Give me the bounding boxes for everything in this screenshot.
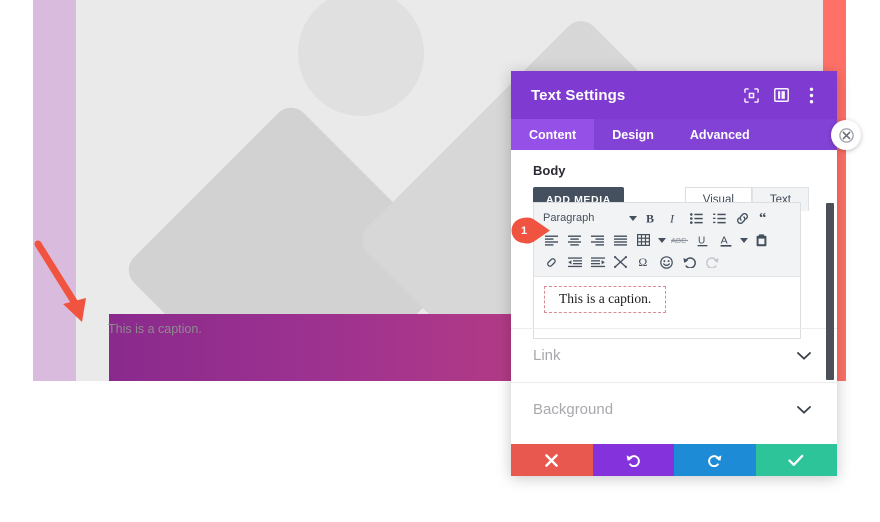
accordion-background-label: Background (533, 401, 614, 418)
special-characters-icon[interactable] (609, 252, 632, 273)
chevron-down-icon[interactable] (626, 208, 639, 229)
undo-button[interactable] (592, 444, 674, 476)
page-left-accent-strip (33, 0, 76, 381)
svg-text:Ω: Ω (638, 256, 647, 268)
image-placeholder-sun-icon (298, 0, 424, 116)
numbered-list-icon[interactable] (708, 208, 731, 229)
checkmark-icon (788, 454, 804, 466)
bold-icon[interactable]: B (639, 208, 662, 229)
paste-icon[interactable] (750, 230, 773, 251)
tab-advanced[interactable]: Advanced (672, 119, 768, 150)
body-section-label: Body (533, 163, 566, 178)
svg-text:“: “ (759, 213, 766, 224)
annotation-marker-label: 1 (520, 225, 528, 237)
link-icon[interactable] (731, 208, 754, 229)
accordion-link[interactable]: Link (511, 328, 837, 382)
svg-text:I: I (670, 212, 675, 224)
clear-formatting-icon[interactable] (540, 252, 563, 273)
modal-footer (511, 444, 837, 476)
table-icon[interactable] (632, 230, 655, 251)
modal-tab-bar: Content Design Advanced (511, 119, 837, 150)
accordion-background[interactable]: Background (511, 382, 837, 436)
toolbar-row-3: Ω (540, 251, 794, 273)
text-settings-modal: Text Settings Content Design Advanced Bo… (511, 71, 837, 476)
emoji-icon[interactable] (655, 252, 678, 273)
omega-icon[interactable]: Ω (632, 252, 655, 273)
close-icon (545, 453, 559, 467)
italic-icon[interactable]: I (662, 208, 685, 229)
svg-text:B: B (646, 212, 654, 224)
underline-icon[interactable]: U (691, 230, 714, 251)
align-right-icon[interactable] (586, 230, 609, 251)
redo-button[interactable] (674, 444, 756, 476)
wysiwyg-editor: Paragraph B I “ ABC U A Ω This is a capt… (511, 202, 801, 339)
accordion-link-label: Link (533, 347, 561, 364)
modal-body: Body ADD MEDIA Visual Text Paragraph B I… (511, 150, 837, 476)
preview-caption-text: This is a caption. (108, 322, 202, 336)
settings-accordion-list: Link Background (511, 328, 837, 436)
annotation-marker-1: 1 (511, 217, 551, 244)
modal-scrollbar[interactable] (826, 203, 834, 380)
tab-content[interactable]: Content (511, 119, 595, 150)
modal-header: Text Settings (511, 71, 837, 119)
svg-text:U: U (698, 235, 705, 246)
editor-toolbar: Paragraph B I “ ABC U A Ω (534, 203, 800, 277)
fullscreen-icon[interactable] (739, 83, 763, 107)
undo-icon[interactable] (678, 252, 701, 273)
more-options-icon[interactable] (799, 83, 823, 107)
chevron-down-icon[interactable] (655, 230, 668, 251)
save-button[interactable] (755, 444, 837, 476)
align-justify-icon[interactable] (609, 230, 632, 251)
bulleted-list-icon[interactable] (685, 208, 708, 229)
split-view-icon[interactable] (769, 83, 793, 107)
decrease-indent-icon[interactable] (563, 252, 586, 273)
undo-icon (626, 455, 640, 467)
svg-text:A: A (720, 234, 727, 246)
redo-icon[interactable] (701, 252, 724, 273)
chevron-down-icon[interactable] (737, 230, 750, 251)
align-center-icon[interactable] (563, 230, 586, 251)
toolbar-row-2: ABC U A (540, 229, 794, 251)
close-settings-icon[interactable] (831, 120, 861, 150)
cancel-button[interactable] (511, 444, 593, 476)
tab-design[interactable]: Design (594, 119, 672, 150)
screenshot-canvas: This is a caption. Text Settings Content… (0, 0, 880, 522)
blockquote-icon[interactable]: “ (754, 208, 777, 229)
chevron-down-icon[interactable] (797, 403, 811, 417)
toolbar-row-1: Paragraph B I “ (540, 207, 794, 229)
increase-indent-icon[interactable] (586, 252, 609, 273)
format-select[interactable]: Paragraph (540, 212, 626, 224)
strikethrough-icon[interactable]: ABC (668, 230, 691, 251)
modal-title: Text Settings (531, 86, 626, 104)
redo-icon (708, 455, 722, 467)
editor-caption-text[interactable]: This is a caption. (544, 286, 667, 313)
text-color-icon[interactable]: A (714, 230, 737, 251)
chevron-down-icon[interactable] (797, 349, 811, 363)
